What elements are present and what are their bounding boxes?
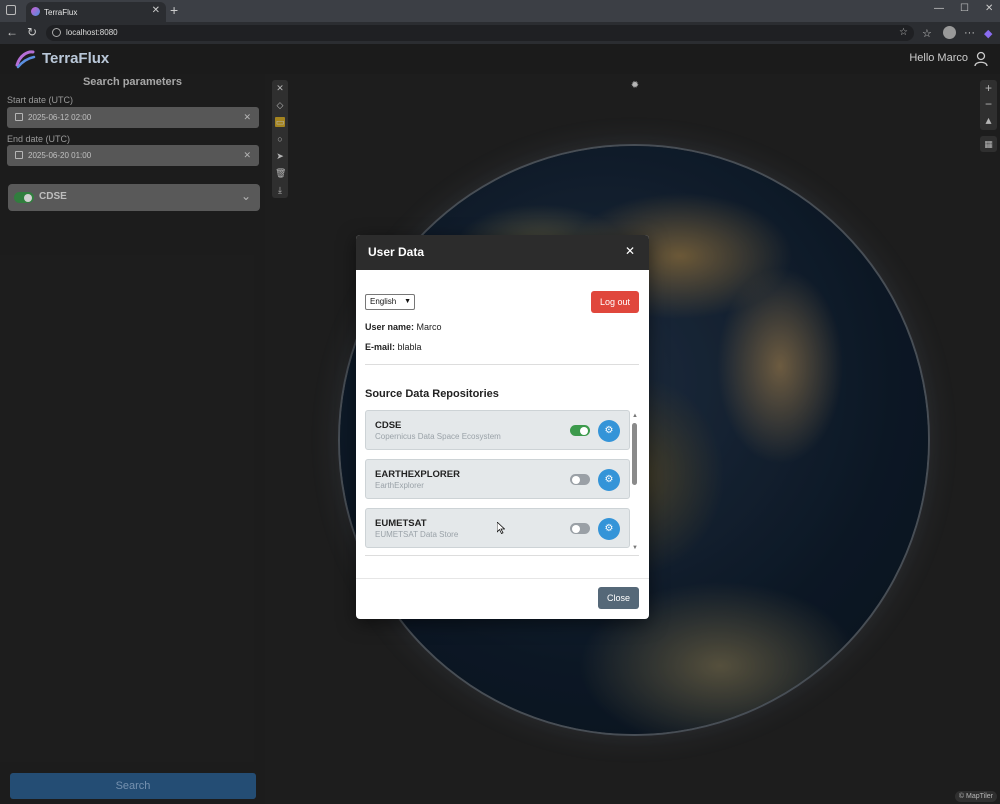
language-value: English xyxy=(370,297,397,306)
mouse-cursor-icon xyxy=(497,522,505,534)
url-text: localhost:8080 xyxy=(66,28,118,37)
profile-avatar[interactable] xyxy=(943,26,956,39)
close-window-icon[interactable]: ✕ xyxy=(985,3,993,14)
repositories-title: Source Data Repositories xyxy=(365,388,499,400)
sidebar-toggle-icon[interactable] xyxy=(6,5,16,15)
user-icon[interactable] xyxy=(974,51,988,67)
repo-item-cdse: CDSE Copernicus Data Space Ecosystem ⚙ xyxy=(365,410,630,450)
gear-icon[interactable]: ⚙ xyxy=(598,469,620,491)
repo-description: EUMETSAT Data Store xyxy=(375,530,459,539)
address-bar[interactable]: localhost:8080 ☆ xyxy=(46,25,914,41)
username-label: User name: xyxy=(365,322,415,332)
bookmark-star-icon[interactable]: ☆ xyxy=(899,25,908,41)
repo-list-scrollbar[interactable]: ▲ ▼ xyxy=(632,413,638,553)
divider xyxy=(365,364,639,365)
gear-icon[interactable]: ⚙ xyxy=(598,420,620,442)
browser-tab[interactable]: TerraFlux ✕ xyxy=(26,2,166,22)
footer-divider xyxy=(356,578,649,579)
repo-toggle-eumetsat[interactable] xyxy=(570,523,590,534)
greeting-text: Hello Marco xyxy=(909,52,968,64)
minimize-icon[interactable]: — xyxy=(934,3,944,14)
close-button[interactable]: Close xyxy=(598,587,639,609)
app-header: TerraFlux Hello Marco xyxy=(0,44,1000,74)
back-icon[interactable]: ← xyxy=(6,25,18,39)
modal-title: User Data xyxy=(368,245,425,259)
divider xyxy=(365,555,639,556)
repo-toggle-cdse[interactable] xyxy=(570,425,590,436)
favicon-icon xyxy=(31,7,40,16)
repo-name: CDSE xyxy=(375,420,402,431)
favorites-icon[interactable]: ☆ xyxy=(922,27,932,40)
email-row: E-mail: blabla xyxy=(365,342,422,352)
username-value: Marco xyxy=(416,322,442,332)
terraflux-logo-icon xyxy=(15,50,36,69)
scroll-up-icon[interactable]: ▲ xyxy=(632,413,638,419)
repo-item-earthexplorer: EARTHEXPLORER EarthExplorer ⚙ xyxy=(365,459,630,499)
chevron-down-icon: ▼ xyxy=(404,298,411,305)
email-value: blabla xyxy=(397,342,422,352)
maximize-icon[interactable]: ☐ xyxy=(960,3,969,14)
logout-button[interactable]: Log out xyxy=(591,291,639,313)
scroll-thumb[interactable] xyxy=(632,423,637,485)
browser-tabbar: TerraFlux ✕ + — ☐ ✕ xyxy=(0,0,1000,22)
close-icon[interactable]: ✕ xyxy=(625,244,635,258)
repo-name: EUMETSAT xyxy=(375,518,427,529)
scroll-down-icon[interactable]: ▼ xyxy=(632,545,638,551)
tab-title: TerraFlux xyxy=(44,7,78,17)
repo-name: EARTHEXPLORER xyxy=(375,469,460,480)
browser-toolbar: ← ↻ localhost:8080 ☆ ☆ ··· ◆ xyxy=(0,22,1000,44)
repo-description: Copernicus Data Space Ecosystem xyxy=(375,432,501,441)
repo-description: EarthExplorer xyxy=(375,481,424,490)
new-tab-icon[interactable]: + xyxy=(170,2,178,18)
gear-icon[interactable]: ⚙ xyxy=(598,518,620,540)
site-info-icon[interactable] xyxy=(52,28,61,37)
close-tab-icon[interactable]: ✕ xyxy=(152,5,160,16)
copilot-icon[interactable]: ◆ xyxy=(984,27,992,40)
brand-name: TerraFlux xyxy=(42,50,110,67)
repo-toggle-earthexplorer[interactable] xyxy=(570,474,590,485)
user-data-modal: User Data ✕ English ▼ Log out User name:… xyxy=(356,235,649,619)
username-row: User name: Marco xyxy=(365,322,442,332)
reload-icon[interactable]: ↻ xyxy=(27,25,37,39)
modal-header: User Data ✕ xyxy=(356,235,649,270)
more-menu-icon[interactable]: ··· xyxy=(964,27,975,39)
email-label: E-mail: xyxy=(365,342,396,352)
language-select[interactable]: English ▼ xyxy=(365,294,415,310)
